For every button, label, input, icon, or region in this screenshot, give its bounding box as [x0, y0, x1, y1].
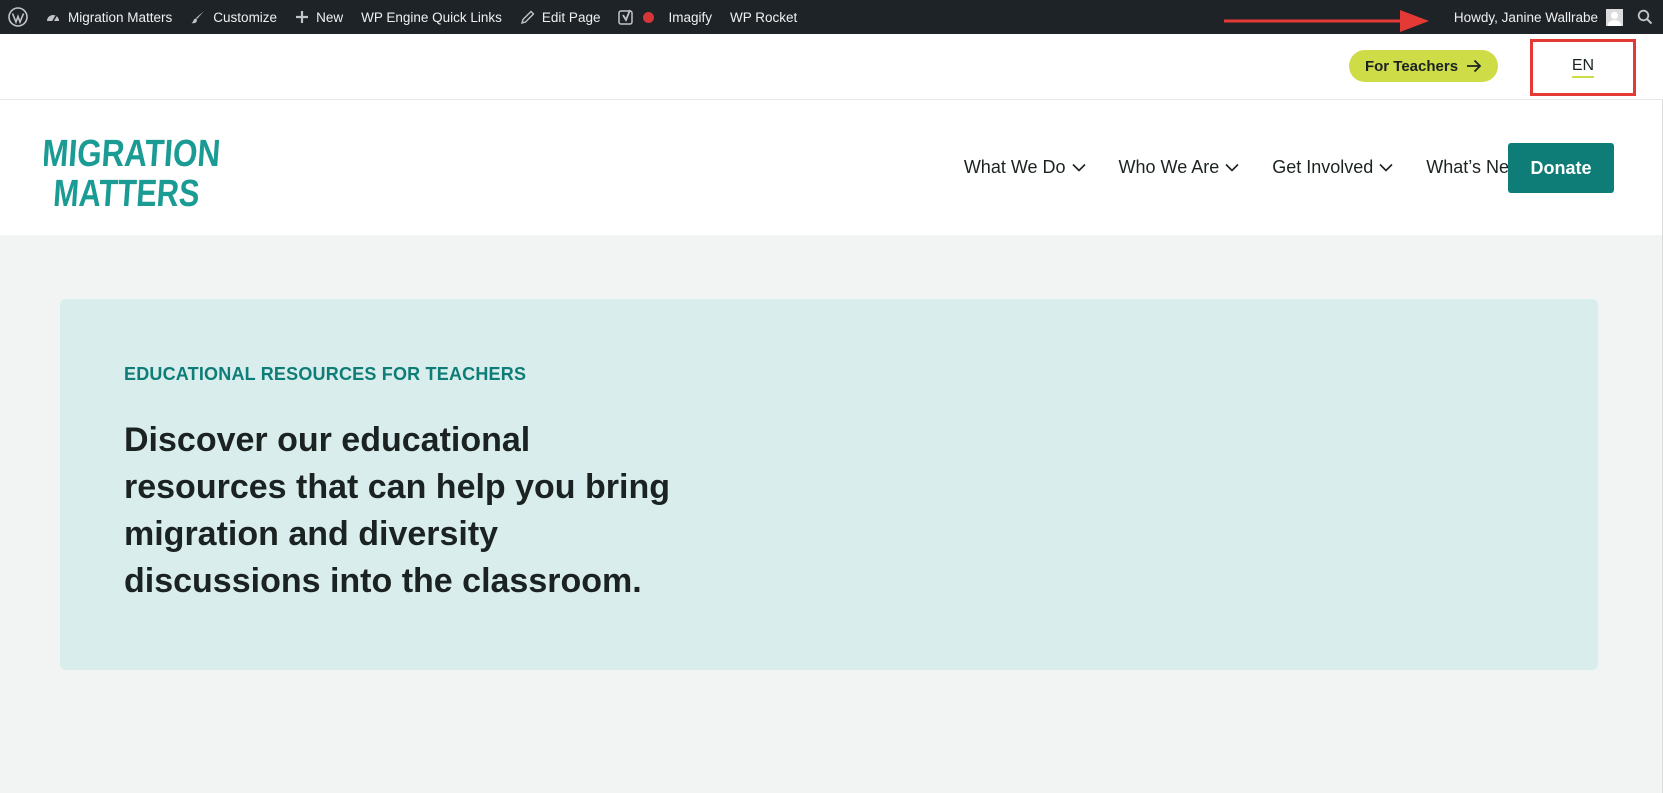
wordpress-icon	[8, 7, 28, 27]
new-content-menu[interactable]: New	[286, 0, 352, 34]
teachers-hero: EDUCATIONAL RESOURCES FOR TEACHERS Disco…	[60, 299, 1598, 670]
hero-eyebrow: EDUCATIONAL RESOURCES FOR TEACHERS	[124, 364, 527, 384]
new-label: New	[316, 9, 344, 25]
pencil-icon	[520, 10, 535, 24]
chevron-down-icon	[1379, 163, 1393, 172]
nav-item-what-we-do[interactable]: What We Do	[964, 157, 1086, 178]
plus-icon	[296, 11, 309, 23]
search-icon	[1637, 9, 1653, 25]
language-switcher-highlight: EN	[1530, 39, 1636, 96]
user-avatar	[1606, 8, 1623, 26]
edit-page-link[interactable]: Edit Page	[511, 0, 610, 34]
paintbrush-icon	[191, 11, 205, 24]
yoast-icon	[618, 9, 634, 25]
nav-item-who-we-are[interactable]: Who We Are	[1119, 157, 1240, 178]
quick-links-label: WP Engine Quick Links	[361, 9, 502, 25]
migration-matters-logo[interactable]: MIGRATION MATTERS	[44, 128, 229, 210]
chevron-down-icon	[1071, 163, 1086, 172]
logo-line-2: MATTERS	[52, 173, 201, 210]
admin-search-button[interactable]	[1633, 0, 1663, 34]
nav-label: What We Do	[963, 157, 1066, 177]
user-account-menu[interactable]: Howdy, Janine Wallrabe	[1445, 0, 1633, 34]
site-header: MIGRATION MATTERS What We Do Who We Are …	[0, 100, 1663, 235]
for-teachers-button[interactable]: For Teachers	[1349, 50, 1498, 82]
nav-label: Who We Are	[1118, 157, 1220, 177]
wordpress-logo-button[interactable]	[0, 0, 36, 34]
customize-label: Customize	[213, 9, 278, 25]
language-switcher[interactable]: EN	[1571, 57, 1595, 78]
customize-link[interactable]: Customize	[181, 0, 286, 34]
site-name-menu[interactable]: Migration Matters	[36, 0, 181, 34]
for-teachers-label: For Teachers	[1364, 57, 1459, 75]
utility-bar: For Teachers EN	[0, 34, 1663, 100]
hero-title: Discover our educational resources that …	[124, 421, 671, 600]
edit-page-label: Edit Page	[541, 9, 601, 25]
wp-engine-quick-links-menu[interactable]: WP Engine Quick Links	[352, 0, 511, 34]
wp-rocket-label: WP Rocket	[729, 9, 798, 25]
wp-rocket-menu[interactable]: WP Rocket	[721, 0, 806, 34]
seo-status-dot-icon	[643, 11, 655, 23]
main-navigation: What We Do Who We Are Get Involved What’…	[964, 100, 1522, 235]
howdy-label: Howdy, Janine Wallrabe	[1453, 9, 1598, 25]
dashboard-icon	[47, 15, 59, 22]
logo-line-1: MIGRATION	[44, 133, 222, 175]
yoast-seo-menu[interactable]	[609, 0, 659, 34]
imagify-label: Imagify	[668, 9, 712, 25]
nav-item-get-involved[interactable]: Get Involved	[1272, 157, 1393, 178]
nav-label: Get Involved	[1272, 157, 1374, 177]
chevron-down-icon	[1225, 163, 1239, 172]
site-name-label: Migration Matters	[68, 9, 173, 25]
annotation-arrow-icon	[1224, 10, 1429, 32]
donate-button[interactable]: Donate	[1508, 143, 1614, 193]
imagify-menu[interactable]: Imagify	[659, 0, 721, 34]
arrow-right-icon	[1467, 59, 1482, 73]
